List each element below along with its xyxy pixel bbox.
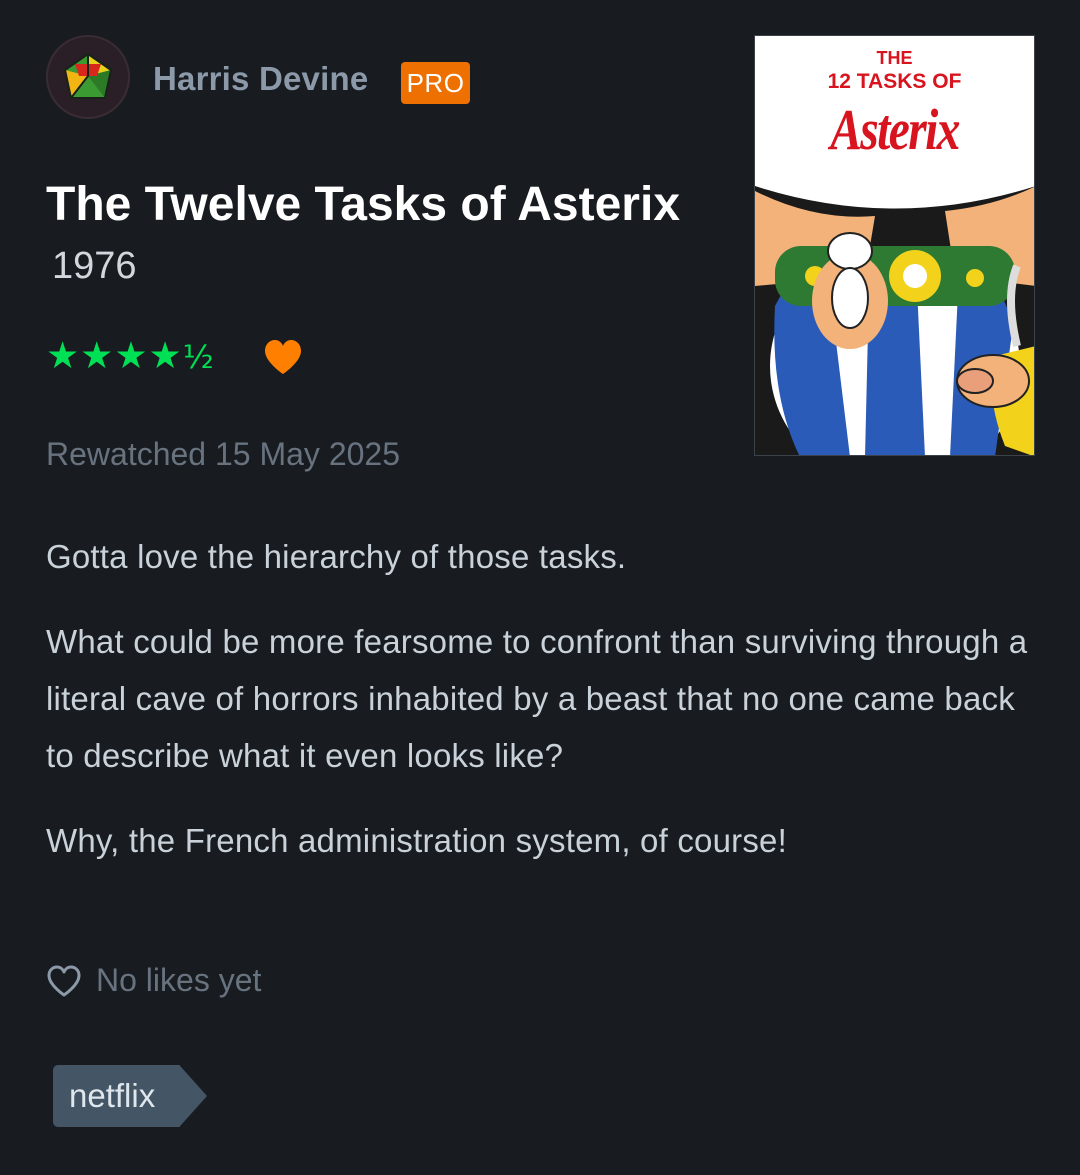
reviewer-name[interactable]: Harris Devine bbox=[153, 60, 368, 98]
tag-netflix[interactable]: netflix bbox=[53, 1065, 207, 1127]
film-year[interactable]: 1976 bbox=[52, 245, 137, 287]
review-paragraph: Gotta love the hierarchy of those tasks. bbox=[46, 538, 627, 575]
poster-title-line-3: Asterix bbox=[830, 97, 960, 162]
review-paragraph: What could be more fearsome to confront … bbox=[46, 623, 1028, 774]
film-title-text[interactable]: The Twelve Tasks of Asterix bbox=[46, 178, 680, 231]
poster-title-line-2: 12 TASKS OF bbox=[827, 70, 962, 93]
likes-count-label: No likes yet bbox=[96, 962, 262, 998]
pro-badge: PRO bbox=[401, 62, 470, 104]
film-title[interactable]: The Twelve Tasks of Asterix 1976 bbox=[46, 176, 686, 295]
poster-title-line-1: THE bbox=[876, 48, 913, 68]
star-half: ½ bbox=[182, 338, 214, 376]
avatar-image bbox=[63, 52, 113, 99]
rewatched-date: Rewatched 15 May 2025 bbox=[46, 436, 400, 472]
film-poster[interactable]: THE 12 TASKS OF Asterix bbox=[754, 35, 1035, 456]
stars-full: ★★★★ bbox=[46, 334, 183, 377]
heart-outline-icon[interactable] bbox=[46, 964, 82, 998]
review-body: Gotta love the hierarchy of those tasks.… bbox=[46, 528, 1036, 897]
star-rating: ★★★★½ bbox=[46, 334, 214, 379]
review-paragraph: Why, the French administration system, o… bbox=[46, 822, 787, 859]
liked-heart-icon bbox=[265, 340, 301, 374]
like-review-button[interactable]: No likes yet bbox=[46, 962, 261, 999]
reviewer-avatar[interactable] bbox=[46, 35, 130, 119]
